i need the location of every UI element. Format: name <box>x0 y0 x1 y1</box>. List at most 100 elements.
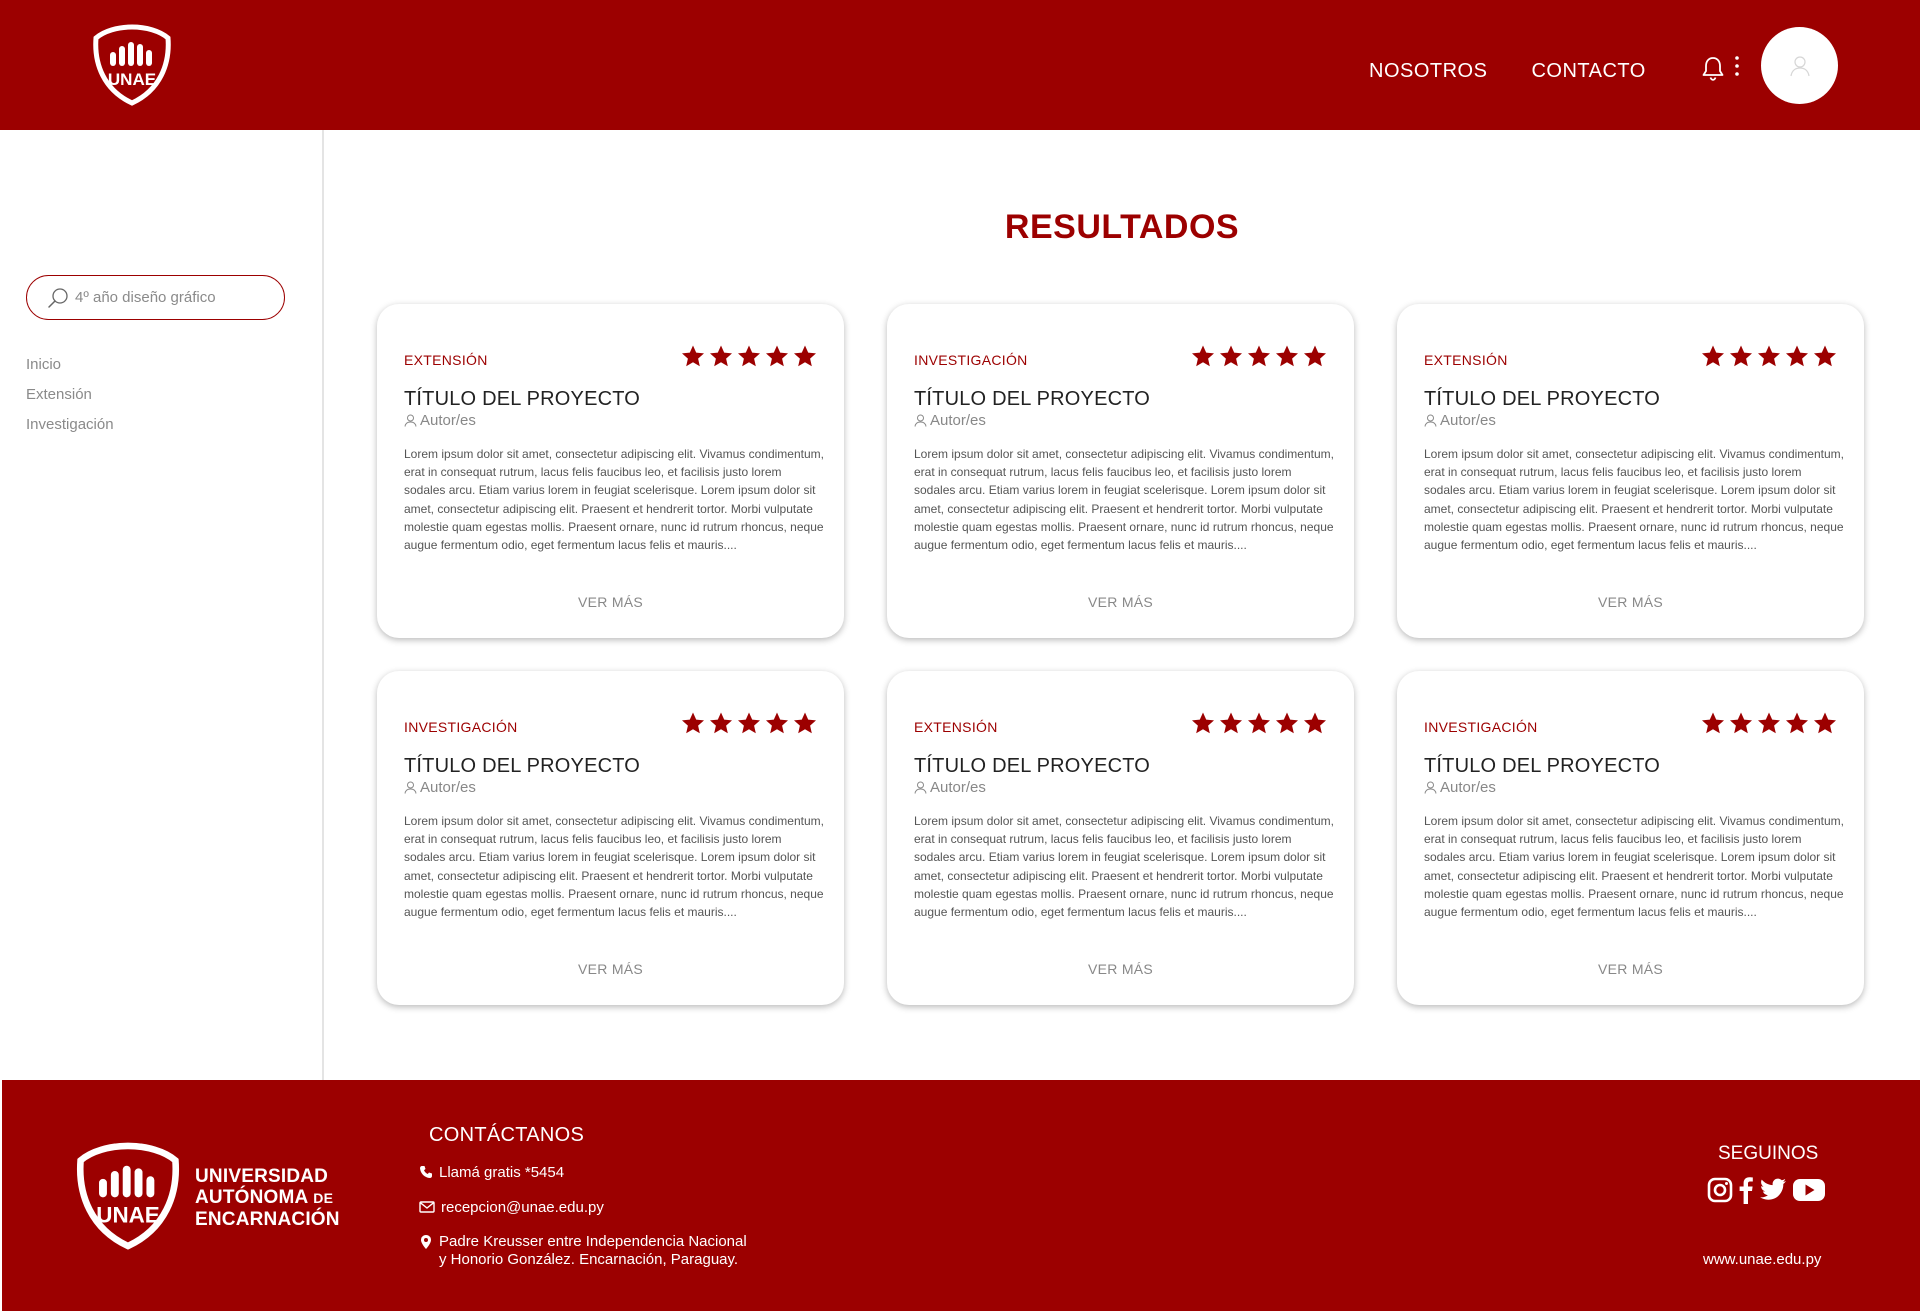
person-icon <box>404 414 417 427</box>
search-box[interactable] <box>26 275 285 320</box>
card-author-text: Autor/es <box>930 412 986 429</box>
person-icon <box>1424 414 1437 427</box>
card-category: INVESTIGACIÓN <box>1424 719 1538 735</box>
contact-email-text: recepcion@unae.edu.py <box>441 1199 604 1216</box>
card-title: TÍTULO DEL PROYECTO <box>1424 755 1661 777</box>
card-category: EXTENSIÓN <box>914 719 998 735</box>
user-icon <box>1789 55 1810 76</box>
social-title: SEGUINOS <box>1718 1143 1819 1164</box>
kebab-menu-icon[interactable] <box>1732 54 1742 80</box>
unae-logo[interactable]: UNAE <box>90 24 174 106</box>
card-description: Lorem ipsum dolor sit amet, consectetur … <box>404 814 824 920</box>
star-icon <box>1758 345 1780 367</box>
sidebar-item-extension[interactable]: Extensión <box>26 386 114 403</box>
card-author: Autor/es <box>914 412 986 429</box>
page-title: RESULTADOS <box>1004 208 1240 246</box>
star-icon <box>1304 345 1326 367</box>
card-description: Lorem ipsum dolor sit amet, consectetur … <box>404 447 824 553</box>
star-icon <box>1192 345 1214 367</box>
project-card[interactable]: EXTENSIÓN TÍTULO DEL PROYECTO Autor/es L… <box>377 304 844 638</box>
header: UNAE NOSOTROS CONTACTO <box>0 0 1920 130</box>
card-author-text: Autor/es <box>1440 779 1496 796</box>
star-icon <box>1220 712 1242 734</box>
ver-mas-link[interactable]: VER MÁS <box>377 961 844 977</box>
university-line-3: ENCARNACIÓN <box>195 1209 340 1230</box>
star-icon <box>682 345 704 367</box>
star-icon <box>1248 345 1270 367</box>
star-icon <box>794 345 816 367</box>
card-description: Lorem ipsum dolor sit amet, consectetur … <box>1424 814 1844 920</box>
star-icon <box>1276 712 1298 734</box>
address-line-1: Padre Kreusser entre Independencia Nacio… <box>439 1233 747 1250</box>
star-icon <box>1304 712 1326 734</box>
card-author: Autor/es <box>1424 412 1496 429</box>
star-icon <box>738 345 760 367</box>
facebook-icon[interactable] <box>1738 1176 1754 1204</box>
bell-icon[interactable] <box>1700 54 1726 82</box>
star-icon <box>766 712 788 734</box>
main-nav: NOSOTROS CONTACTO <box>1369 60 1646 83</box>
star-icon <box>1786 345 1808 367</box>
person-icon <box>1424 781 1437 794</box>
star-icon <box>1730 345 1752 367</box>
footer-logo-text: UNAE <box>96 1202 159 1227</box>
star-icon <box>1276 345 1298 367</box>
card-author-text: Autor/es <box>1440 412 1496 429</box>
project-card[interactable]: EXTENSIÓN TÍTULO DEL PROYECTO Autor/es L… <box>887 671 1354 1005</box>
avatar[interactable] <box>1761 27 1838 104</box>
star-icon <box>1786 712 1808 734</box>
card-description: Lorem ipsum dolor sit amet, consectetur … <box>914 447 1334 553</box>
card-title: TÍTULO DEL PROYECTO <box>404 755 641 777</box>
person-icon <box>914 414 927 427</box>
nav-contacto[interactable]: CONTACTO <box>1531 60 1645 83</box>
sidebar: Inicio Extensión Investigación <box>0 130 324 1080</box>
ver-mas-link[interactable]: VER MÁS <box>1397 961 1864 977</box>
star-icon <box>1730 712 1752 734</box>
card-author-text: Autor/es <box>420 779 476 796</box>
logo-text: UNAE <box>108 70 156 89</box>
twitter-icon[interactable] <box>1759 1178 1787 1202</box>
ver-mas-link[interactable]: VER MÁS <box>887 961 1354 977</box>
star-rating <box>1190 711 1328 737</box>
star-icon <box>1758 712 1780 734</box>
project-card[interactable]: EXTENSIÓN TÍTULO DEL PROYECTO Autor/es L… <box>1397 304 1864 638</box>
card-category: INVESTIGACIÓN <box>404 719 518 735</box>
social-links <box>1707 1176 1826 1204</box>
card-description: Lorem ipsum dolor sit amet, consectetur … <box>1424 447 1844 553</box>
star-rating <box>1190 344 1328 370</box>
instagram-icon[interactable] <box>1707 1177 1733 1203</box>
nav-nosotros[interactable]: NOSOTROS <box>1369 60 1487 83</box>
youtube-icon[interactable] <box>1792 1178 1826 1202</box>
card-category: EXTENSIÓN <box>1424 352 1508 368</box>
star-icon <box>766 345 788 367</box>
contact-address: Padre Kreusser entre Independencia Nacio… <box>419 1233 747 1269</box>
star-icon <box>682 712 704 734</box>
project-card[interactable]: INVESTIGACIÓN TÍTULO DEL PROYECTO Autor/… <box>887 304 1354 638</box>
card-author: Autor/es <box>404 412 476 429</box>
sidebar-item-investigacion[interactable]: Investigación <box>26 416 114 433</box>
university-name: UNIVERSIDAD AUTÓNOMA DE ENCARNACIÓN <box>195 1166 340 1230</box>
ver-mas-link[interactable]: VER MÁS <box>887 594 1354 610</box>
star-icon <box>1220 345 1242 367</box>
unae-footer-logo: UNAE <box>76 1142 180 1250</box>
sidebar-nav: Inicio Extensión Investigación <box>26 356 114 433</box>
star-icon <box>710 712 732 734</box>
contact-phone-text: Llamá gratis *5454 <box>439 1164 565 1181</box>
website-link[interactable]: www.unae.edu.py <box>1703 1251 1821 1268</box>
star-icon <box>794 712 816 734</box>
sidebar-item-inicio[interactable]: Inicio <box>26 356 114 373</box>
project-card[interactable]: INVESTIGACIÓN TÍTULO DEL PROYECTO Autor/… <box>377 671 844 1005</box>
project-card[interactable]: INVESTIGACIÓN TÍTULO DEL PROYECTO Autor/… <box>1397 671 1864 1005</box>
ver-mas-link[interactable]: VER MÁS <box>377 594 844 610</box>
contact-email[interactable]: recepcion@unae.edu.py <box>419 1199 604 1217</box>
card-description: Lorem ipsum dolor sit amet, consectetur … <box>914 814 1334 920</box>
star-rating <box>1700 711 1838 737</box>
contact-phone[interactable]: Llamá gratis *5454 <box>419 1164 564 1182</box>
star-icon <box>738 712 760 734</box>
university-line-1: UNIVERSIDAD <box>195 1166 329 1187</box>
star-icon <box>1814 712 1836 734</box>
card-title: TÍTULO DEL PROYECTO <box>404 388 641 410</box>
person-icon <box>404 781 417 794</box>
ver-mas-link[interactable]: VER MÁS <box>1397 594 1864 610</box>
search-input[interactable] <box>75 289 275 306</box>
